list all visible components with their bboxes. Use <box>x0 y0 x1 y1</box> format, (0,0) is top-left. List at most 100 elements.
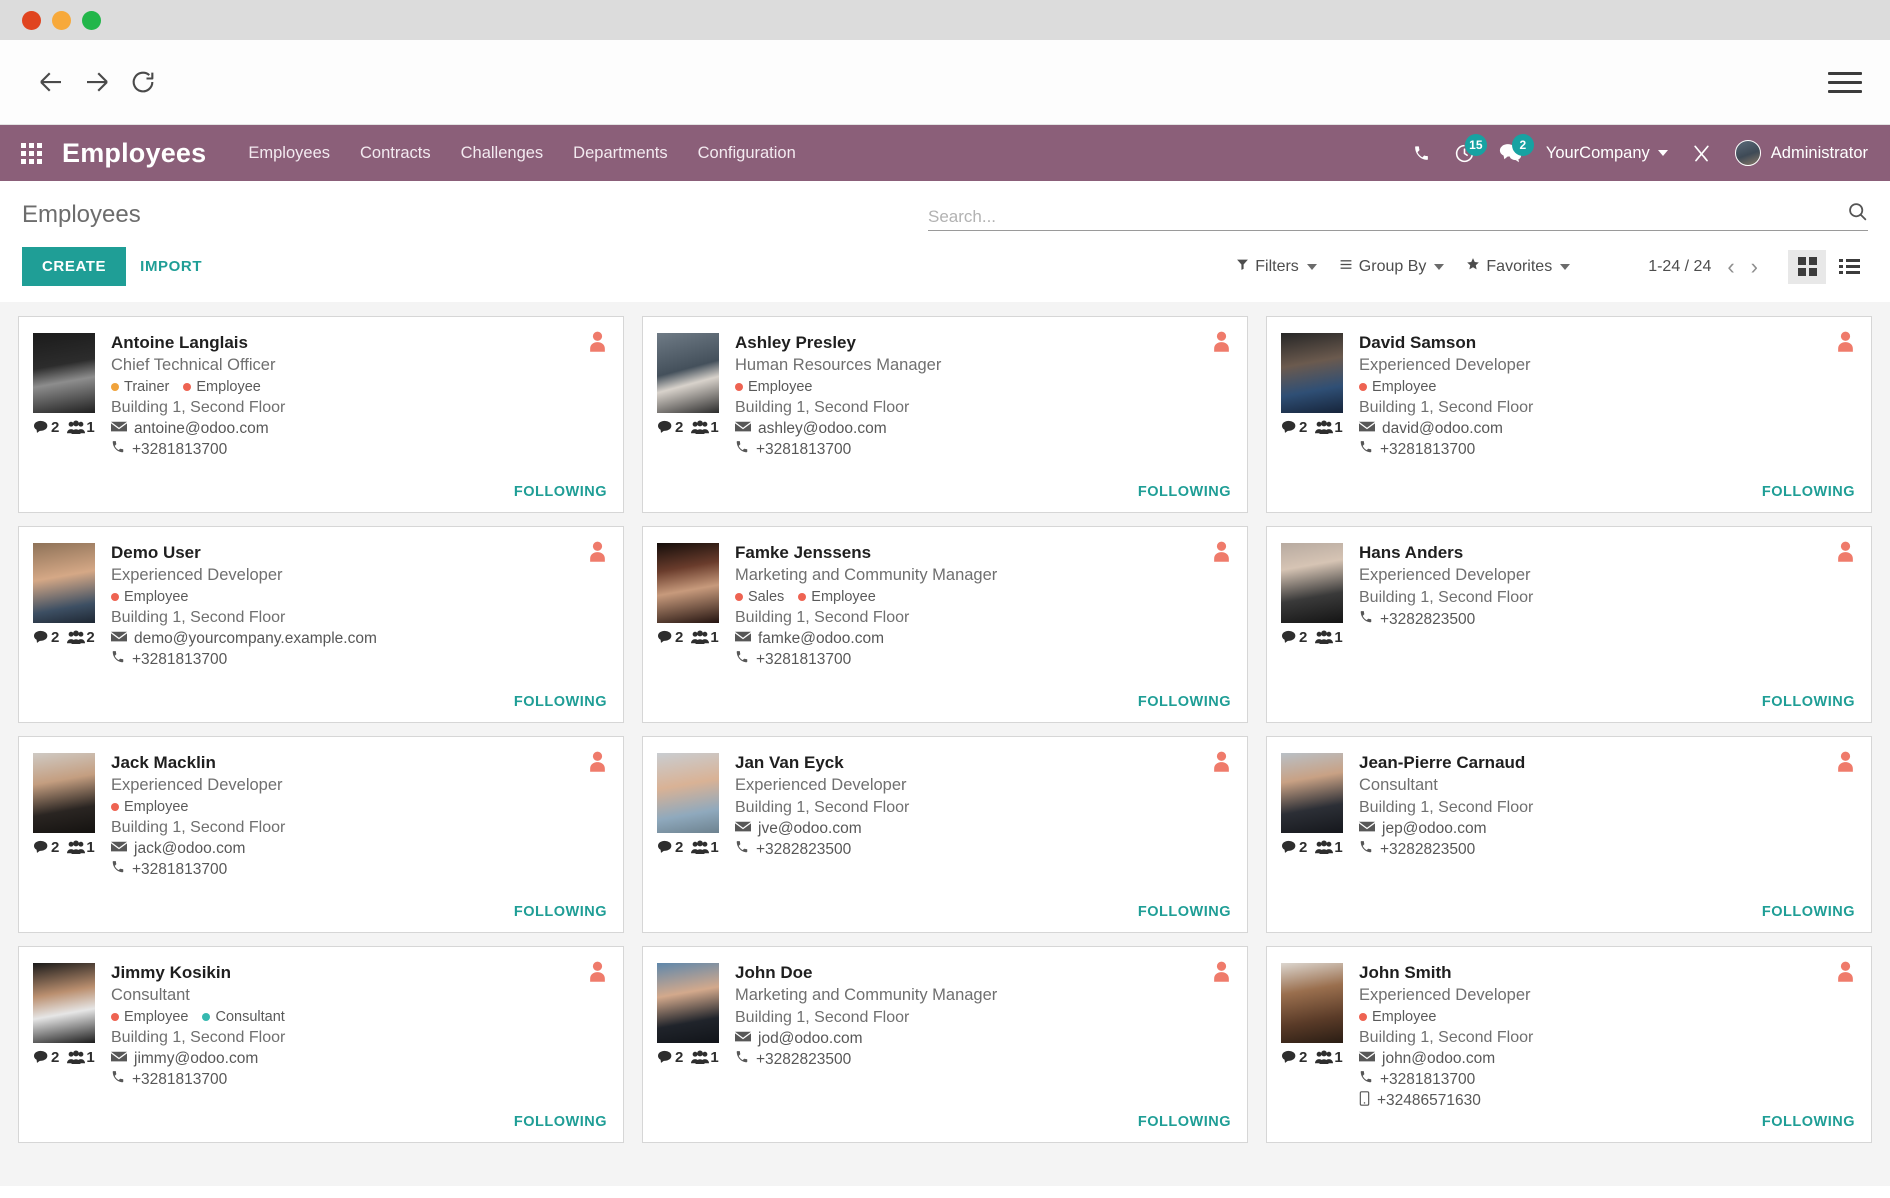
user-silhouette-icon[interactable] <box>1212 961 1231 987</box>
chevron-left-icon[interactable]: ‹ <box>1727 254 1734 280</box>
employee-tag[interactable]: Employee <box>111 799 188 815</box>
employee-card[interactable]: 2 1 Jack Macklin Experienced Developer Emplo… <box>18 736 624 933</box>
back-arrow-icon[interactable] <box>28 59 74 105</box>
employee-email[interactable]: jack@odoo.com <box>111 840 605 858</box>
menu-item-contracts[interactable]: Contracts <box>360 144 431 163</box>
employee-card[interactable]: 2 1 Hans Anders Experienced Developer Buildi… <box>1266 526 1872 723</box>
search-icon[interactable] <box>1839 201 1868 227</box>
employee-card[interactable]: 2 1 Jean-Pierre Carnaud Consultant Building … <box>1266 736 1872 933</box>
following-button[interactable]: FOLLOWING <box>1762 1114 1855 1130</box>
follower-count[interactable]: 1 <box>1315 839 1343 856</box>
user-silhouette-icon[interactable] <box>1212 331 1231 357</box>
employee-mobile[interactable]: +32486571630 <box>1359 1091 1853 1111</box>
user-silhouette-icon[interactable] <box>588 331 607 357</box>
window-minimize-button[interactable] <box>52 10 71 30</box>
clock-activity-icon[interactable]: 15 <box>1454 133 1487 164</box>
company-switcher[interactable]: YourCompany <box>1546 144 1668 163</box>
chevron-right-icon[interactable]: › <box>1751 254 1758 280</box>
employee-email[interactable]: jve@odoo.com <box>735 820 1229 838</box>
user-silhouette-icon[interactable] <box>588 961 607 987</box>
employee-tag[interactable]: Employee <box>1359 1009 1436 1025</box>
following-button[interactable]: FOLLOWING <box>1762 484 1855 500</box>
hamburger-menu-icon[interactable] <box>1828 71 1862 93</box>
employee-name[interactable]: Antoine Langlais <box>111 333 605 353</box>
following-button[interactable]: FOLLOWING <box>514 694 607 710</box>
follower-count[interactable]: 2 <box>67 629 95 646</box>
app-brand[interactable]: Employees <box>62 138 206 169</box>
filters-dropdown[interactable]: Filters <box>1236 258 1317 276</box>
user-silhouette-icon[interactable] <box>1836 751 1855 777</box>
employee-tag[interactable]: Employee <box>111 1009 188 1025</box>
employee-email[interactable]: demo@yourcompany.example.com <box>111 630 605 648</box>
kanban-view-icon[interactable] <box>1788 249 1826 284</box>
employee-tag[interactable]: Trainer <box>111 379 169 395</box>
message-count[interactable]: 2 <box>657 1049 683 1066</box>
list-view-icon[interactable] <box>1830 250 1868 284</box>
employee-phone[interactable]: +3281813700 <box>735 440 1229 459</box>
message-count[interactable]: 2 <box>657 839 683 856</box>
employee-card[interactable]: 2 1 Antoine Langlais Chief Technical Office… <box>18 316 624 513</box>
following-button[interactable]: FOLLOWING <box>514 904 607 920</box>
search-bar[interactable] <box>928 201 1868 231</box>
employee-email[interactable]: famke@odoo.com <box>735 630 1229 648</box>
employee-phone[interactable]: +3282823500 <box>1359 840 1853 859</box>
employee-tag[interactable]: Consultant <box>202 1009 285 1025</box>
employee-tag[interactable]: Employee <box>111 589 188 605</box>
employee-card[interactable]: 2 2 Demo User Experienced Developer Employee… <box>18 526 624 723</box>
user-silhouette-icon[interactable] <box>1836 961 1855 987</box>
import-button[interactable]: IMPORT <box>140 258 202 275</box>
following-button[interactable]: FOLLOWING <box>514 1114 607 1130</box>
employee-phone[interactable]: +3281813700 <box>111 440 605 459</box>
employee-name[interactable]: Demo User <box>111 543 605 563</box>
employee-phone[interactable]: +3282823500 <box>1359 610 1853 629</box>
employee-phone[interactable]: +3281813700 <box>111 650 605 669</box>
message-count[interactable]: 2 <box>33 629 59 646</box>
employee-name[interactable]: Jimmy Kosikin <box>111 963 605 983</box>
user-silhouette-icon[interactable] <box>1836 331 1855 357</box>
employee-email[interactable]: jep@odoo.com <box>1359 820 1853 838</box>
reload-icon[interactable] <box>120 59 166 105</box>
message-count[interactable]: 2 <box>1281 1049 1307 1066</box>
user-silhouette-icon[interactable] <box>588 541 607 567</box>
following-button[interactable]: FOLLOWING <box>1762 694 1855 710</box>
follower-count[interactable]: 1 <box>1315 629 1343 646</box>
employee-card[interactable]: 2 1 Famke Jenssens Marketing and Community … <box>642 526 1248 723</box>
message-count[interactable]: 2 <box>33 1049 59 1066</box>
menu-item-configuration[interactable]: Configuration <box>698 144 796 163</box>
employee-tag[interactable]: Employee <box>1359 379 1436 395</box>
menu-item-employees[interactable]: Employees <box>248 144 330 163</box>
employee-phone[interactable]: +3281813700 <box>1359 1070 1853 1089</box>
employee-card[interactable]: 2 1 David Samson Experienced Developer Emplo… <box>1266 316 1872 513</box>
search-input[interactable] <box>928 207 1839 227</box>
following-button[interactable]: FOLLOWING <box>1138 484 1231 500</box>
following-button[interactable]: FOLLOWING <box>1762 904 1855 920</box>
follower-count[interactable]: 1 <box>67 839 95 856</box>
user-silhouette-icon[interactable] <box>1836 541 1855 567</box>
employee-phone[interactable]: +3281813700 <box>735 650 1229 669</box>
message-count[interactable]: 2 <box>1281 839 1307 856</box>
message-count[interactable]: 2 <box>33 419 59 436</box>
employee-name[interactable]: Jan Van Eyck <box>735 753 1229 773</box>
employee-email[interactable]: jimmy@odoo.com <box>111 1050 605 1068</box>
follower-count[interactable]: 1 <box>691 839 719 856</box>
employee-name[interactable]: David Samson <box>1359 333 1853 353</box>
employee-card[interactable]: 2 1 Ashley Presley Human Resources Manager E… <box>642 316 1248 513</box>
menu-item-departments[interactable]: Departments <box>573 144 667 163</box>
create-button[interactable]: CREATE <box>22 247 127 286</box>
employee-email[interactable]: antoine@odoo.com <box>111 420 605 438</box>
following-button[interactable]: FOLLOWING <box>514 484 607 500</box>
employee-name[interactable]: Famke Jenssens <box>735 543 1229 563</box>
employee-name[interactable]: Hans Anders <box>1359 543 1853 563</box>
employee-phone[interactable]: +3281813700 <box>111 860 605 879</box>
employee-tag[interactable]: Employee <box>735 379 812 395</box>
employee-name[interactable]: Jack Macklin <box>111 753 605 773</box>
employee-card[interactable]: 2 1 Jimmy Kosikin Consultant Employee Consult… <box>18 946 624 1143</box>
employee-name[interactable]: Ashley Presley <box>735 333 1229 353</box>
apps-grid-icon[interactable] <box>0 142 62 164</box>
chat-bubble-icon[interactable]: 2 <box>1499 134 1534 163</box>
follower-count[interactable]: 1 <box>691 629 719 646</box>
employee-phone[interactable]: +3281813700 <box>111 1070 605 1089</box>
group-by-dropdown[interactable]: Group By <box>1339 258 1445 276</box>
menu-item-challenges[interactable]: Challenges <box>461 144 544 163</box>
following-button[interactable]: FOLLOWING <box>1138 904 1231 920</box>
